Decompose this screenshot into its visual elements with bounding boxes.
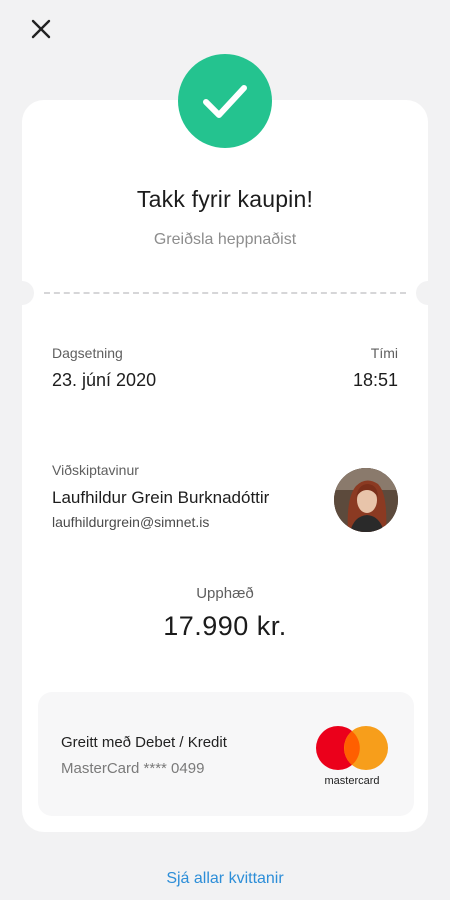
amount-value: 17.990 kr. — [163, 611, 287, 641]
ticket-divider — [44, 292, 406, 294]
page-title: Takk fyrir kaupin! — [136, 186, 314, 212]
payment-method-label: Greitt með Debet / Kredit — [61, 734, 227, 751]
customer-label: Viðskiptavinur — [52, 462, 139, 478]
date-label: Dagsetning — [52, 345, 123, 361]
receipt-screen: Takk fyrir kaupin! Greiðsla heppnaðist D… — [0, 0, 450, 900]
amount-label: Upphæð — [196, 585, 254, 602]
avatar-photo — [334, 468, 398, 532]
card-number: MasterCard **** 0499 — [61, 760, 205, 777]
mastercard-wordmark: mastercard — [324, 775, 379, 787]
all-receipts-link[interactable]: Sjá allar kvittanir — [0, 870, 450, 888]
close-button[interactable] — [27, 15, 55, 43]
ticket-notch-left — [10, 281, 34, 305]
checkmark-icon — [203, 85, 247, 118]
payment-status: Greiðsla heppnaðist — [153, 231, 297, 248]
customer-name: Laufhildur Grein Burknadóttir — [52, 488, 270, 507]
date-value: 23. júní 2020 — [52, 370, 157, 390]
payment-method-box: Greitt með Debet / Kredit MasterCard ***… — [38, 692, 414, 816]
mastercard-logo: mastercard — [314, 724, 392, 790]
time-label: Tími — [370, 345, 398, 361]
customer-email: laufhildurgrein@simnet.is — [52, 514, 210, 530]
close-icon — [31, 19, 51, 39]
ticket-notch-right — [416, 281, 440, 305]
time-value: 18:51 — [352, 370, 398, 390]
avatar — [334, 468, 398, 532]
success-badge — [178, 54, 272, 148]
